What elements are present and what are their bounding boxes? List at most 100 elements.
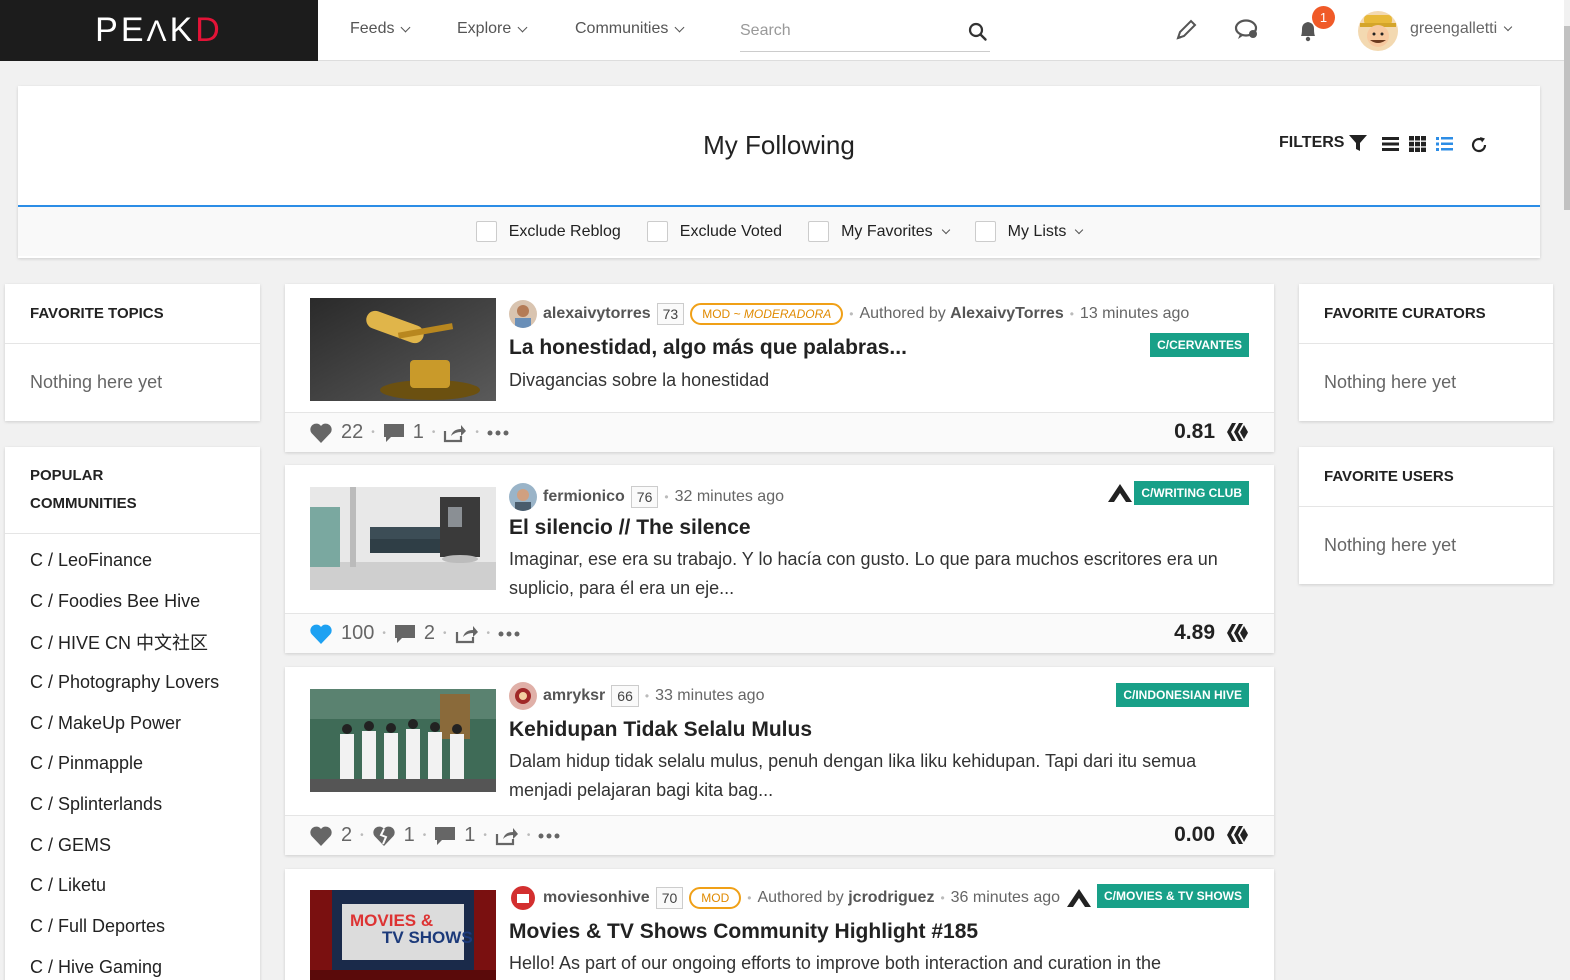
- community-link[interactable]: C / GEMS: [5, 825, 260, 866]
- comment-icon[interactable]: [383, 423, 405, 443]
- post-author[interactable]: amryksr: [543, 687, 605, 705]
- post-summary[interactable]: Dalam hidup tidak selalu mulus, penuh de…: [509, 747, 1249, 805]
- post-payout[interactable]: 0.00: [1174, 823, 1249, 847]
- post-summary[interactable]: Hello! As part of our ongoing efforts to…: [509, 949, 1249, 978]
- post-title[interactable]: La honestidad, algo más que palabras...: [509, 336, 907, 360]
- nav-communities[interactable]: Communities: [575, 20, 685, 38]
- checkbox[interactable]: [808, 221, 830, 242]
- search-input[interactable]: [740, 14, 960, 48]
- share-icon[interactable]: [495, 826, 519, 846]
- notification-badge: 1: [1312, 6, 1335, 29]
- more-options-icon[interactable]: [487, 430, 509, 436]
- option-my-favorites[interactable]: My Favorites: [808, 221, 950, 242]
- community-link[interactable]: C / LeoFinance: [5, 540, 260, 581]
- post-thumbnail[interactable]: MOVIES & TV SHOWS: [310, 890, 496, 980]
- compact-list-icon[interactable]: [1436, 136, 1453, 152]
- list-view-icon[interactable]: [1382, 136, 1399, 152]
- vote-count[interactable]: 100: [341, 622, 374, 645]
- chat-icon[interactable]: [1234, 18, 1260, 42]
- favorite-curators-card: FAVORITE CURATORS Nothing here yet: [1299, 284, 1553, 421]
- vote-count[interactable]: 2: [341, 824, 352, 847]
- author-avatar[interactable]: [509, 884, 537, 912]
- post-title[interactable]: Movies & TV Shows Community Highlight #1…: [509, 920, 978, 944]
- vote-count[interactable]: 22: [341, 421, 363, 444]
- checkbox[interactable]: [974, 221, 996, 242]
- comment-count[interactable]: 1: [464, 824, 475, 847]
- avatar-image: [509, 682, 537, 710]
- refresh-icon[interactable]: [1470, 136, 1488, 154]
- post-thumbnail[interactable]: [310, 689, 496, 792]
- upvote-heart-icon[interactable]: [309, 422, 333, 444]
- more-options-icon[interactable]: [498, 631, 520, 637]
- community-link[interactable]: C / Foodies Bee Hive: [5, 581, 260, 622]
- checkbox[interactable]: [646, 221, 668, 242]
- more-options-icon[interactable]: [538, 833, 560, 839]
- comment-icon[interactable]: [394, 624, 416, 644]
- nav-feeds[interactable]: Feeds: [350, 20, 411, 38]
- post-title[interactable]: Kehidupan Tidak Selalu Mulus: [509, 718, 812, 742]
- post-thumbnail[interactable]: [310, 487, 496, 590]
- chevron-down-icon[interactable]: [1075, 225, 1084, 234]
- community-tag[interactable]: C/INDONESIAN HIVE: [1116, 683, 1249, 707]
- community-link[interactable]: C / Pinmapple: [5, 743, 260, 784]
- downvote-broken-heart-icon[interactable]: [372, 825, 396, 847]
- community-link[interactable]: C / Hive Gaming: [5, 947, 260, 980]
- post-author[interactable]: alexaivytorres: [543, 305, 651, 323]
- comment-count[interactable]: 1: [413, 421, 424, 444]
- author-avatar[interactable]: [509, 682, 537, 710]
- share-icon[interactable]: [455, 624, 479, 644]
- authored-by-user[interactable]: AlexaivyTorres: [950, 305, 1064, 322]
- post-card: MOVIES & TV SHOWS moviesonhive 70 MOD • …: [285, 869, 1274, 980]
- post-thumbnail[interactable]: [310, 298, 496, 401]
- peakd-logo[interactable]: PEΛKD: [0, 0, 318, 61]
- chevron-down-icon[interactable]: [941, 225, 950, 234]
- community-link[interactable]: C / Full Deportes: [5, 906, 260, 947]
- post-author[interactable]: moviesonhive: [543, 889, 650, 907]
- upvote-heart-icon[interactable]: [309, 623, 333, 645]
- community-link[interactable]: C / Photography Lovers: [5, 662, 260, 703]
- option-label: My Lists: [1007, 222, 1067, 240]
- option-exclude-voted[interactable]: Exclude Voted: [646, 221, 782, 242]
- comment-icon[interactable]: [434, 826, 456, 846]
- user-menu[interactable]: greengalletti: [1410, 20, 1513, 38]
- post-meta: amryksr 66 • 33 minutes ago: [509, 682, 764, 710]
- comment-count[interactable]: 2: [424, 622, 435, 645]
- author-avatar[interactable]: [509, 483, 537, 511]
- view-mode-switch: [1382, 136, 1453, 152]
- post-payout[interactable]: 0.81: [1174, 420, 1249, 444]
- authored-by-user[interactable]: jcrodriguez: [848, 889, 934, 906]
- favorite-curators-title: FAVORITE CURATORS: [1299, 284, 1553, 344]
- user-avatar[interactable]: [1358, 11, 1398, 51]
- community-link[interactable]: C / Liketu: [5, 866, 260, 907]
- author-avatar[interactable]: [509, 300, 537, 328]
- post-summary[interactable]: Imaginar, ese era su trabajo. Y lo hacía…: [509, 545, 1249, 603]
- post-meta: alexaivytorres 73 MOD ~ MODERADORA • Aut…: [509, 300, 1189, 328]
- community-tag[interactable]: C/MOVIES & TV SHOWS: [1096, 884, 1249, 908]
- community-link[interactable]: C / MakeUp Power: [5, 703, 260, 744]
- scrollbar-thumb[interactable]: [1564, 26, 1570, 210]
- community-link[interactable]: C / HIVE CN 中文社区: [5, 621, 260, 662]
- post-author[interactable]: fermionico: [543, 488, 625, 506]
- scrollbar-track[interactable]: [1564, 0, 1570, 980]
- upvote-heart-icon[interactable]: [309, 825, 333, 847]
- post-title[interactable]: El silencio // The silence: [509, 516, 751, 540]
- peakd-ecency-icon: [1067, 889, 1092, 907]
- search-icon[interactable]: [968, 22, 988, 42]
- post-summary[interactable]: Divagancias sobre la honestidad: [509, 366, 1249, 395]
- downvote-count[interactable]: 1: [404, 824, 415, 847]
- community-link[interactable]: C / Splinterlands: [5, 784, 260, 825]
- checkbox[interactable]: [475, 221, 497, 242]
- nav-explore[interactable]: Explore: [457, 20, 528, 38]
- nav-explore-label: Explore: [457, 20, 512, 37]
- option-my-lists[interactable]: My Lists: [974, 221, 1084, 242]
- option-exclude-reblog[interactable]: Exclude Reblog: [475, 221, 621, 242]
- community-tag[interactable]: C/CERVANTES: [1150, 333, 1249, 357]
- popular-communities-card: POPULAR COMMUNITIES C / LeoFinance C / F…: [5, 447, 260, 980]
- community-tag[interactable]: C/WRITING CLUB: [1134, 481, 1249, 505]
- pencil-icon[interactable]: [1175, 18, 1197, 42]
- filters-button[interactable]: FILTERS: [1279, 134, 1368, 152]
- filter-icon: [1349, 135, 1368, 151]
- post-payout[interactable]: 4.89: [1174, 621, 1249, 645]
- grid-view-icon[interactable]: [1409, 136, 1426, 152]
- share-icon[interactable]: [443, 423, 467, 443]
